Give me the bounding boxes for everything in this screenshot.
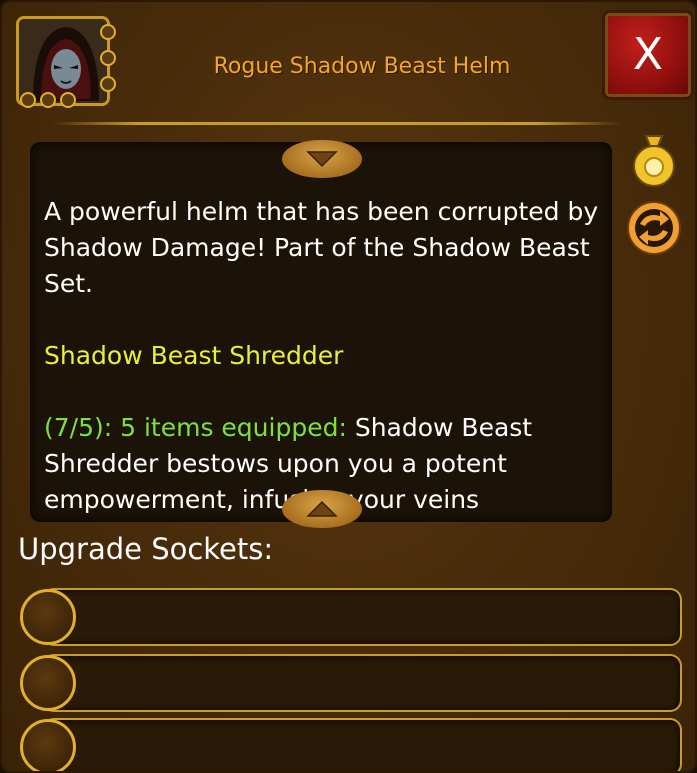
rarity-pip	[100, 24, 116, 40]
close-button[interactable]: X	[602, 10, 694, 100]
socket-orb-icon[interactable]	[20, 719, 76, 771]
close-icon: X	[632, 29, 664, 80]
item-detail-panel: Rogue Shadow Beast Helm X A powerful hel…	[0, 0, 697, 773]
rarity-pip	[60, 92, 76, 108]
header-divider	[52, 122, 622, 125]
set-count: (7/5):	[44, 413, 113, 442]
description-text: A powerful helm that has been corrupted …	[44, 194, 604, 518]
socket-slot[interactable]	[42, 588, 682, 646]
socket-slot[interactable]	[42, 718, 682, 771]
set-name: Shadow Beast Shredder	[44, 341, 344, 370]
swap-icon[interactable]	[626, 200, 682, 256]
socket-orb-icon[interactable]	[20, 655, 76, 711]
set-equipped: 5 items equipped:	[120, 413, 347, 442]
chevron-down-icon	[306, 151, 338, 168]
coin-bag-icon[interactable]	[630, 132, 678, 188]
item-title: Rogue Shadow Beast Helm	[213, 54, 511, 79]
scroll-down-button[interactable]	[282, 140, 362, 178]
upgrade-sockets-label: Upgrade Sockets:	[18, 532, 274, 566]
rarity-pip	[40, 92, 56, 108]
item-description: A powerful helm that has been corrupted …	[44, 197, 599, 298]
scroll-up-button[interactable]	[282, 490, 362, 528]
chevron-up-icon	[306, 500, 338, 517]
rarity-pip	[100, 50, 116, 66]
rarity-pip	[20, 92, 36, 108]
socket-slot[interactable]	[42, 654, 682, 712]
description-scroll-box[interactable]: A powerful helm that has been corrupted …	[30, 142, 612, 522]
socket-orb-icon[interactable]	[20, 589, 76, 645]
rarity-pip	[100, 76, 116, 92]
